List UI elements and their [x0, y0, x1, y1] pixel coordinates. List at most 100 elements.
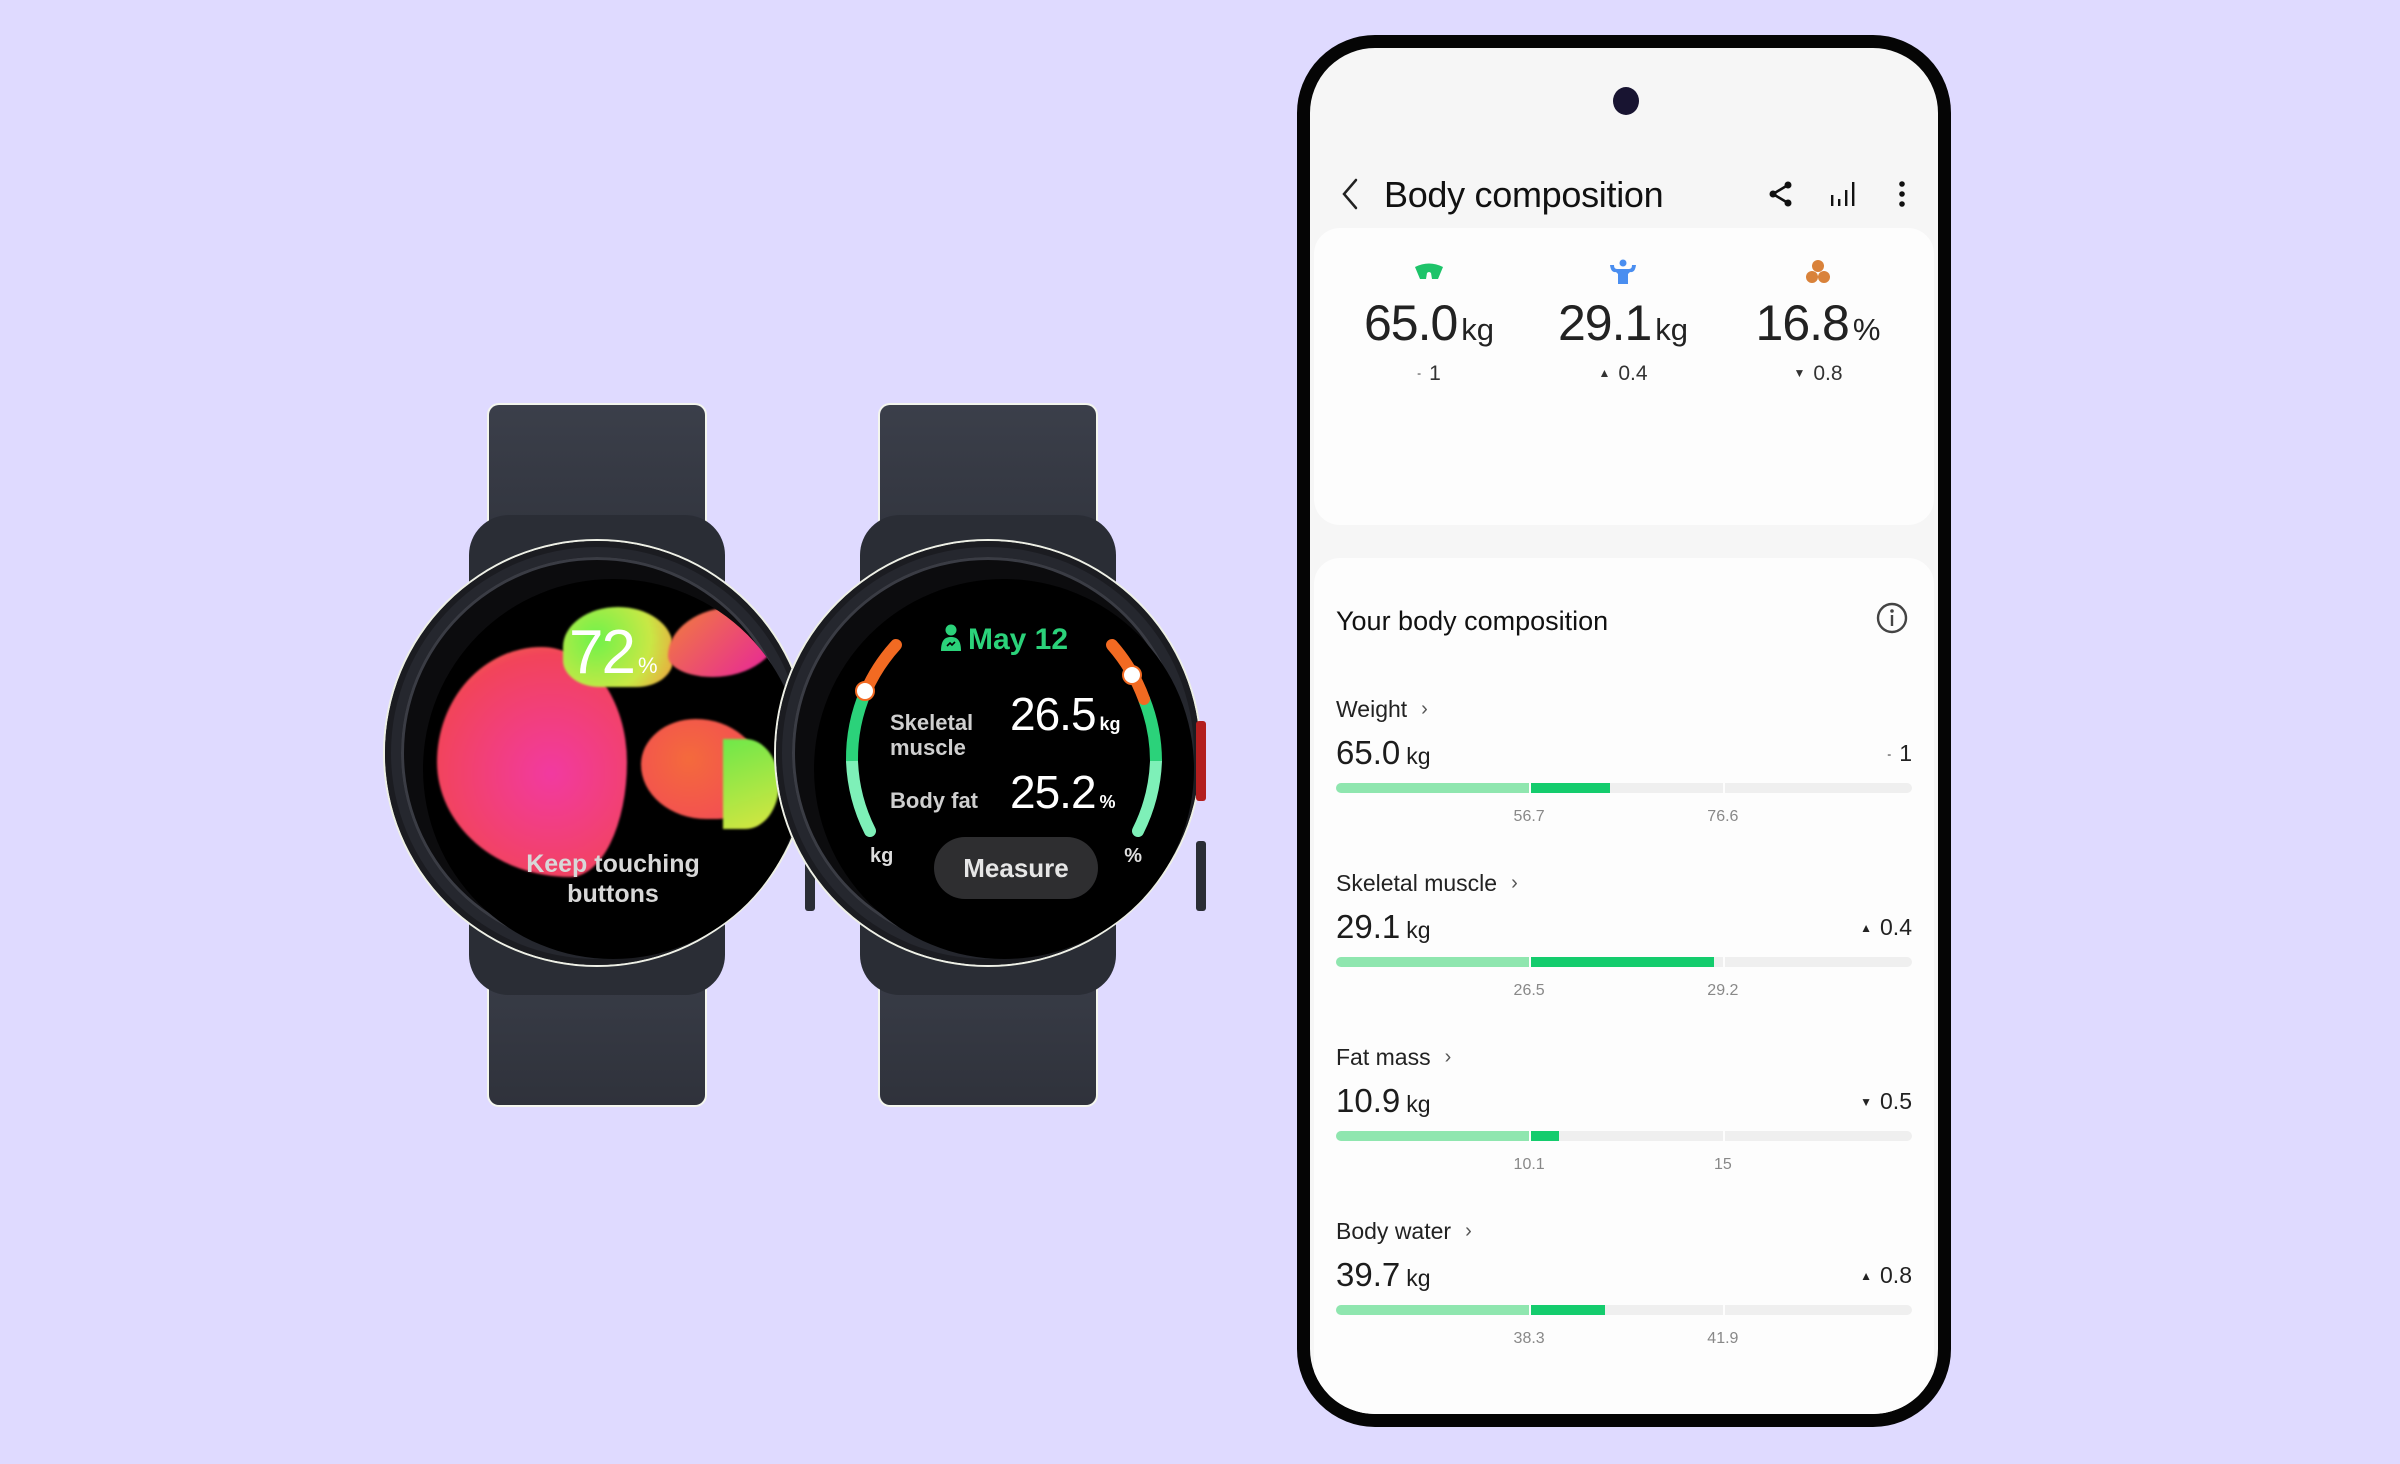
left-arc-unit: kg — [870, 845, 894, 867]
measure-date: May 12 — [814, 623, 1194, 657]
body-fat-icon — [1806, 260, 1830, 283]
summary-unit: % — [1852, 312, 1881, 347]
metric-label: Skeletal muscle — [890, 710, 1010, 760]
range-bar-divider — [1529, 957, 1532, 967]
item-unit: kg — [1406, 1091, 1431, 1117]
delta-value: 1 — [1429, 362, 1441, 385]
range-bar-low-fill — [1336, 1305, 1530, 1315]
composition-item[interactable]: Weight › 65.0 kg -1 56.7 76.6 — [1336, 696, 1912, 856]
metric-skeletal-muscle: Skeletal muscle 26.5 kg — [890, 687, 1154, 760]
watch-measuring: 72% Keep touching buttons — [377, 405, 817, 1105]
range-low-label: 38.3 — [1513, 1330, 1545, 1347]
watch-bezel: May 12 Skeletal muscle 26.5 kg Body fat … — [792, 557, 1194, 959]
summary-card: 65.0 kg -1 29.1 kg ▲ 0.4 16.8% ▼ 0.8 — [1314, 228, 1934, 525]
share-button[interactable] — [1761, 174, 1801, 214]
watch-screen: May 12 Skeletal muscle 26.5 kg Body fat … — [814, 579, 1194, 959]
item-label-row[interactable]: Body water › — [1336, 1218, 1912, 1245]
delta-value: 1 — [1899, 740, 1912, 766]
info-button[interactable] — [1874, 600, 1910, 636]
item-label: Fat mass — [1336, 1044, 1431, 1070]
delta-value: 0.4 — [1618, 362, 1648, 385]
range-high-label: 76.6 — [1707, 808, 1739, 825]
item-value-row: 29.1 kg — [1336, 908, 1431, 946]
date-text: May 12 — [967, 623, 1069, 656]
item-unit: kg — [1406, 917, 1431, 943]
label-line: Skeletal — [890, 710, 974, 735]
summary-weight[interactable]: 65.0 kg -1 — [1329, 258, 1529, 386]
front-camera — [1613, 87, 1639, 115]
item-value: 39.7 — [1336, 1256, 1401, 1293]
item-delta: ▲ 0.4 — [1860, 914, 1912, 941]
watch-case: 72% Keep touching buttons — [385, 541, 815, 965]
right-arc-unit: % — [1124, 845, 1142, 867]
range-low-label: 10.1 — [1513, 1156, 1545, 1173]
summary-unit: kg — [1655, 312, 1689, 347]
metric-value: 25.2 — [1010, 766, 1097, 818]
watch-home-button[interactable] — [1196, 721, 1206, 801]
range-bar-divider — [1722, 1131, 1725, 1141]
chevron-right-icon: › — [1511, 872, 1518, 894]
measure-hint: Keep touching buttons — [423, 849, 803, 909]
metric-value: 26.5 — [1010, 688, 1097, 740]
item-value: 65.0 — [1336, 734, 1401, 771]
more-icon — [1899, 181, 1905, 207]
range-low-label: 26.5 — [1513, 982, 1545, 999]
range-bar — [1336, 1131, 1912, 1141]
range-bar-low-fill — [1336, 783, 1530, 793]
composition-item[interactable]: Body water › 39.7 kg ▲ 0.8 38.3 41.9 — [1336, 1218, 1912, 1378]
back-icon — [1342, 178, 1358, 210]
watch-case: May 12 Skeletal muscle 26.5 kg Body fat … — [776, 541, 1206, 965]
delta-direction-icon: ▲ — [1860, 921, 1873, 935]
hint-line: Keep touching — [526, 850, 700, 878]
summary-delta: ▲ 0.4 — [1523, 362, 1723, 386]
right-arc-marker — [1122, 665, 1142, 685]
range-high-label: 41.9 — [1707, 1330, 1739, 1347]
summary-value: 65.0 — [1363, 295, 1458, 351]
delta-direction-icon: ▲ — [1598, 366, 1611, 380]
watch-screen: 72% Keep touching buttons — [423, 579, 803, 959]
summary-value: 16.8 — [1755, 295, 1850, 351]
summary-body-fat[interactable]: 16.8% ▼ 0.8 — [1718, 258, 1918, 386]
range-low-label: 56.7 — [1513, 808, 1545, 825]
range-bar-low-fill — [1336, 957, 1530, 967]
delta-direction-icon: ▼ — [1860, 1095, 1873, 1109]
delta-value: 0.4 — [1880, 914, 1912, 940]
person-icon — [940, 624, 961, 651]
range-high-label: 15 — [1713, 1156, 1732, 1173]
item-value-row: 65.0 kg — [1336, 734, 1431, 772]
progress-value: 72 — [569, 618, 636, 687]
chevron-right-icon: › — [1465, 1220, 1472, 1242]
range-bar-divider — [1722, 1305, 1725, 1315]
trends-button[interactable] — [1823, 174, 1863, 214]
delta-direction-icon: - — [1417, 366, 1422, 380]
muscle-icon — [1610, 259, 1636, 284]
item-label: Skeletal muscle — [1336, 870, 1498, 896]
range-bar — [1336, 957, 1912, 967]
progress-unit: % — [637, 653, 658, 678]
more-options-button[interactable] — [1882, 174, 1922, 214]
watch-back-button[interactable] — [1196, 841, 1206, 911]
summary-skeletal-muscle[interactable]: 29.1 kg ▲ 0.4 — [1523, 258, 1723, 386]
range-bar — [1336, 1305, 1912, 1315]
range-high-label: 29.2 — [1707, 982, 1739, 999]
item-label-row[interactable]: Fat mass › — [1336, 1044, 1912, 1071]
composition-item[interactable]: Fat mass › 10.9 kg ▼ 0.5 10.1 15 — [1336, 1044, 1912, 1204]
metric-body-fat: Body fat 25.2 % — [890, 765, 1154, 819]
item-label-row[interactable]: Skeletal muscle › — [1336, 870, 1912, 897]
summary-value: 29.1 — [1557, 295, 1652, 351]
range-bar — [1336, 783, 1912, 793]
summary-delta: ▼ 0.8 — [1718, 362, 1918, 386]
range-bar-low-fill — [1336, 1131, 1530, 1141]
phone-frame: Body composition 65.0 kg - 1 29.1 kg ▲ 0… — [1297, 35, 1951, 1427]
body-composition-card: Your body composition Weight › 65.0 kg -1… — [1314, 558, 1934, 1414]
left-arc-low — [846, 755, 876, 837]
item-unit: kg — [1406, 743, 1431, 769]
composition-item[interactable]: Skeletal muscle › 29.1 kg ▲ 0.4 26.5 29.2 — [1336, 870, 1912, 1030]
range-bar-divider — [1529, 1131, 1532, 1141]
item-label-row[interactable]: Weight › — [1336, 696, 1912, 723]
metric-unit: kg — [1099, 714, 1121, 734]
summary-unit: kg — [1461, 312, 1495, 347]
item-delta: -1 — [1887, 740, 1912, 767]
back-button[interactable] — [1336, 176, 1366, 212]
measure-button[interactable]: Measure — [934, 837, 1098, 899]
